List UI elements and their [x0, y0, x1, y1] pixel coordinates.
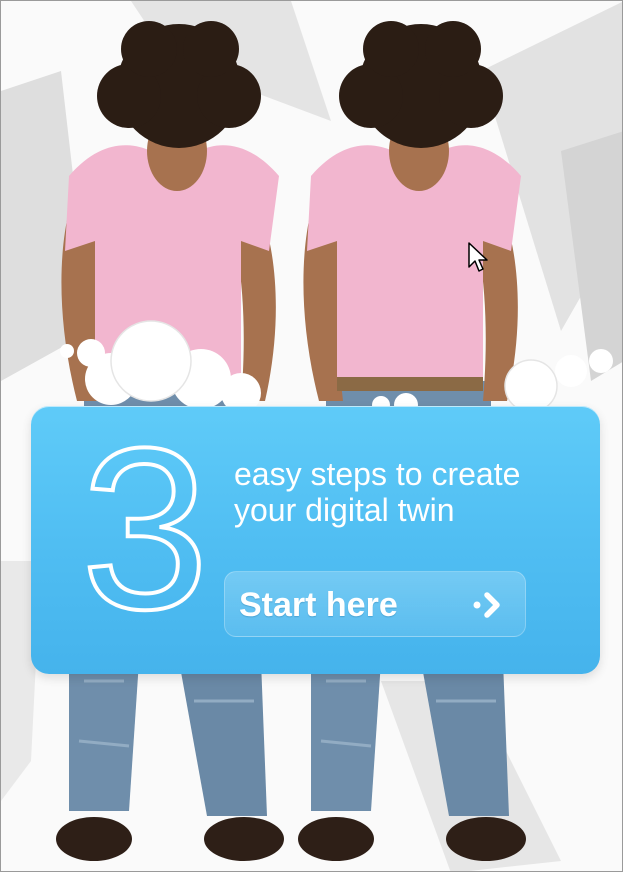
start-here-button[interactable]: Start here	[224, 571, 526, 637]
start-here-label: Start here	[239, 586, 398, 624]
headline-line-1: easy steps to create	[234, 456, 521, 492]
promo-banner: 3 easy steps to create your digital twin…	[0, 0, 623, 872]
mouse-pointer-icon	[468, 242, 488, 272]
promo-headline: easy steps to create your digital twin	[234, 456, 574, 528]
promo-card: 3 easy steps to create your digital twin…	[31, 406, 600, 674]
chevron-right-icon	[473, 592, 500, 618]
headline-line-2: your digital twin	[234, 492, 455, 528]
step-count-number: 3	[79, 400, 211, 657]
